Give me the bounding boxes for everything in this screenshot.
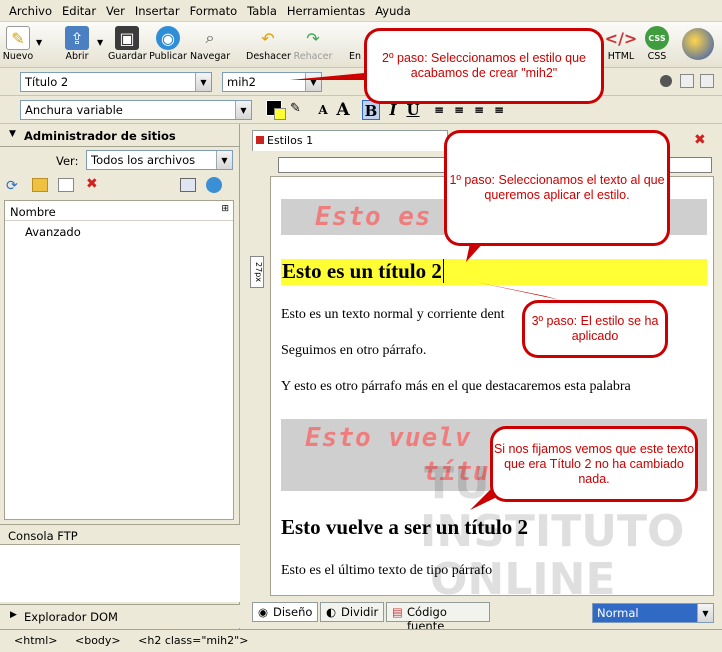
callout-note: Si nos fijamos vemos que este texto que … [490, 426, 698, 502]
step3-pointer [476, 282, 560, 300]
callout-step3: 3º paso: El estilo se ha aplicado [522, 300, 668, 358]
callout-step1: 1º paso: Seleccionamos el texto al que q… [444, 130, 670, 246]
callout-step2: 2º paso: Seleccionamos el estilo que aca… [364, 28, 604, 104]
